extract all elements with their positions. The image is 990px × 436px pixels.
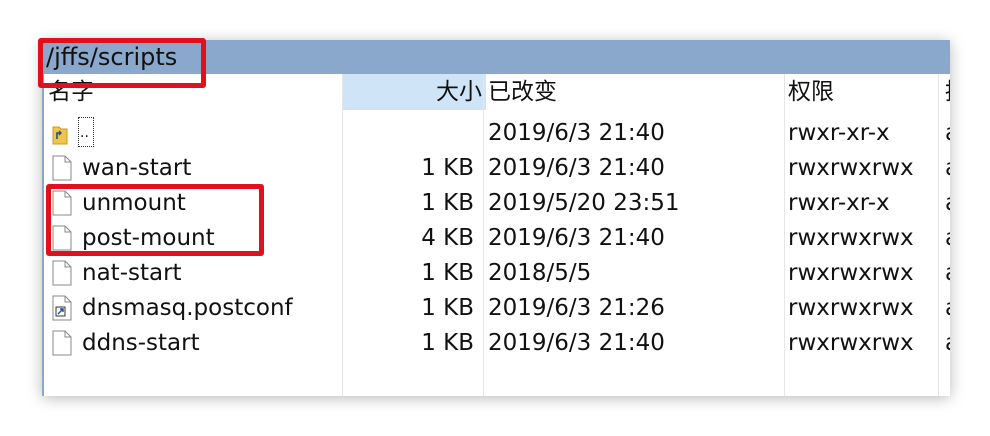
highlight-box-path (38, 38, 206, 88)
file-size: 1 KB (421, 295, 474, 321)
file-size: 1 KB (421, 155, 474, 181)
file-permissions: rwxr-xr-x (788, 190, 890, 216)
column-header-permissions[interactable]: 权限 (788, 74, 938, 110)
file-name: nat-start (82, 260, 182, 286)
file-permissions: rwxrwxrwx (788, 225, 914, 251)
file-owner: a (945, 186, 950, 221)
highlight-box-files (46, 184, 264, 256)
file-icon (52, 260, 72, 286)
file-row[interactable]: nat-start 1 KB 2018/5/5 rwxrwxrwx a (42, 256, 950, 291)
file-name: .. (80, 125, 89, 141)
file-owner: a (945, 221, 950, 256)
file-permissions: rwxrwxrwx (788, 155, 914, 181)
file-row[interactable]: dnsmasq.postconf 1 KB 2019/6/3 21:26 rwx… (42, 291, 950, 326)
file-modified: 2019/6/3 21:40 (488, 330, 665, 356)
file-modified: 2019/6/3 21:26 (488, 295, 665, 321)
shortcut-file-icon (52, 295, 72, 321)
file-size (343, 116, 474, 151)
file-size: 4 KB (421, 225, 474, 251)
file-size: 1 KB (421, 190, 474, 216)
file-modified: 2019/6/3 21:40 (488, 155, 665, 181)
column-header-owner[interactable]: 拥 (945, 74, 950, 110)
file-owner: a (945, 291, 950, 326)
file-row[interactable]: ddns-start 1 KB 2019/6/3 21:40 rwxrwxrwx… (42, 326, 950, 361)
file-owner: a (945, 326, 950, 361)
file-name: dnsmasq.postconf (82, 295, 293, 321)
column-header-modified[interactable]: 已改变 (488, 74, 784, 110)
file-owner: a (945, 116, 950, 151)
file-size: 1 KB (421, 260, 474, 286)
file-owner: a (945, 151, 950, 186)
file-permissions: rwxrwxrwx (788, 330, 914, 356)
file-row[interactable]: wan-start 1 KB 2019/6/3 21:40 rwxrwxrwx … (42, 151, 950, 186)
file-permissions: rwxr-xr-x (788, 120, 890, 146)
file-modified: 2019/5/20 23:51 (488, 190, 680, 216)
file-modified: 2018/5/5 (488, 260, 592, 286)
file-name: ddns-start (82, 330, 200, 356)
file-icon (52, 155, 72, 181)
file-modified: 2019/6/3 21:40 (488, 120, 665, 146)
file-size: 1 KB (421, 330, 474, 356)
file-permissions: rwxrwxrwx (788, 295, 914, 321)
file-name: wan-start (82, 155, 192, 181)
column-header-size[interactable]: 大小 (343, 74, 486, 110)
file-row-parent[interactable]: .. 2019/6/3 21:40 rwxr-xr-x a (42, 116, 950, 151)
file-icon (52, 330, 72, 356)
file-owner: a (945, 256, 950, 291)
file-modified: 2019/6/3 21:40 (488, 225, 665, 251)
parent-folder-icon (52, 120, 72, 146)
file-permissions: rwxrwxrwx (788, 260, 914, 286)
